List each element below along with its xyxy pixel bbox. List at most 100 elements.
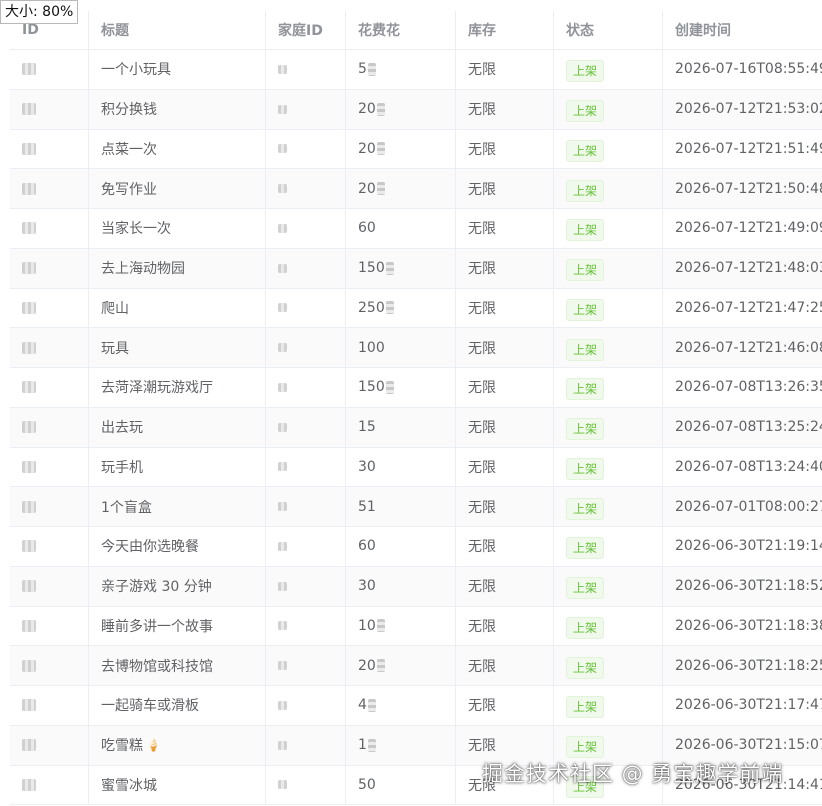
cell-title: 玩具: [89, 328, 266, 367]
cell-title: 吃雪糕 🍦: [89, 725, 266, 765]
status-badge: 上架: [566, 418, 605, 441]
reward-title: 点菜一次: [101, 141, 157, 158]
cell-cost: 30: [346, 447, 456, 487]
reward-title: 一个小玩具: [101, 62, 171, 79]
redacted-family-id-mosaic: [278, 184, 287, 194]
status-badge: 上架: [566, 100, 605, 123]
cell-id-redacted: [10, 209, 89, 248]
redacted-id-mosaic: [22, 500, 36, 513]
zoom-level-badge: 大小: 80%: [0, 0, 79, 24]
cell-cost: 4: [346, 686, 456, 725]
cell-created-time: 2026-06-30T21:18:38: [675, 617, 822, 634]
reward-title: 积分换钱: [101, 102, 157, 119]
table-row[interactable]: 一起骑车或滑板 4 无限 上架 2026-06-30T21:17:47: [10, 686, 822, 726]
reward-title: 免写作业: [101, 181, 157, 198]
table-row[interactable]: 去博物馆或科技馆 20 无限 上架 2026-06-30T21:18:25: [10, 646, 822, 686]
cell-title: 爬山: [89, 288, 266, 328]
table-row[interactable]: 爬山 250 无限 上架 2026-07-12T21:47:25: [10, 288, 822, 329]
status-badge: 上架: [566, 378, 605, 401]
redacted-cost-digit-mosaic: [367, 698, 376, 712]
cell-created-time: 2026-06-30T21:18:25: [675, 657, 822, 674]
table-row[interactable]: 积分换钱 20 无限 上架 2026-07-12T21:53:02: [10, 89, 822, 130]
cell-family-id-redacted: [266, 50, 346, 89]
cell-stock: 无限: [456, 328, 554, 367]
reward-title: 去博物馆或科技馆: [101, 658, 213, 675]
reward-title: 睡前多讲一个故事: [101, 618, 213, 635]
cell-cost: 5: [346, 50, 456, 89]
cell-family-id-redacted: [266, 248, 346, 288]
status-badge: 上架: [566, 616, 605, 639]
redacted-family-id-mosaic: [278, 740, 287, 750]
cell-cost: 50: [346, 765, 456, 805]
cell-stock: 无限: [456, 209, 554, 248]
table-row[interactable]: 当家长一次 60 无限 上架 2026-07-12T21:49:09: [10, 209, 822, 249]
table-row[interactable]: 点菜一次 20 无限 上架 2026-07-12T21:51:49: [10, 129, 822, 170]
cell-created-time: 2026-06-30T21:19:14: [675, 538, 822, 555]
column-header-cost[interactable]: 花费花: [346, 11, 456, 49]
cell-stock: 无限: [456, 50, 554, 89]
column-header-title[interactable]: 标题: [89, 11, 266, 49]
column-header-created-time[interactable]: 创建时间: [663, 11, 822, 49]
redacted-id-mosaic: [22, 659, 36, 672]
cell-status: 上架: [554, 606, 663, 646]
cell-id-redacted: [10, 527, 89, 566]
redacted-cost-digit-mosaic: [367, 738, 376, 752]
cell-stock: 无限: [456, 447, 554, 487]
cell-cost: 150: [346, 248, 456, 288]
redacted-id-mosaic: [22, 540, 36, 553]
cell-status: 上架: [554, 209, 663, 248]
reward-title: 玩具: [101, 340, 129, 357]
reward-title: 去菏泽潮玩游戏厅: [101, 380, 213, 397]
table-row[interactable]: 玩具 100 无限 上架 2026-07-12T21:46:08: [10, 328, 822, 368]
table-row[interactable]: 出去玩 15 无限 上架 2026-07-08T13:25:24: [10, 407, 822, 448]
cell-status: 上架: [554, 248, 663, 288]
table-row[interactable]: 去菏泽潮玩游戏厅 150 无限 上架 2026-07-08T13:26:35: [10, 368, 822, 408]
table-row[interactable]: 1个盲盒 51 无限 上架 2026-07-01T08:00:27: [10, 487, 822, 527]
cost-value: 50: [358, 776, 376, 793]
cell-cost: 150: [346, 368, 456, 407]
table-row[interactable]: 今天由你选晚餐 60 无限 上架 2026-06-30T21:19:14: [10, 527, 822, 567]
table-row[interactable]: 去上海动物园 150 无限 上架 2026-07-12T21:48:03: [10, 248, 822, 289]
table-row[interactable]: 亲子游戏 30 分钟 30 无限 上架 2026-06-30T21:18:52: [10, 566, 822, 607]
status-badge: 上架: [566, 219, 605, 242]
redacted-family-id-mosaic: [278, 502, 287, 512]
cell-stock: 无限: [456, 487, 554, 526]
cell-id-redacted: [10, 725, 89, 765]
cell-created-time: 2026-07-12T21:46:08: [675, 339, 822, 356]
reward-title: 去上海动物园: [101, 261, 185, 278]
redacted-cost-digit-mosaic: [385, 380, 394, 394]
table-row[interactable]: 免写作业 20 无限 上架 2026-07-12T21:50:48: [10, 169, 822, 209]
table-row[interactable]: 玩手机 30 无限 上架 2026-07-08T13:24:40: [10, 447, 822, 488]
column-header-stock[interactable]: 库存: [456, 11, 554, 49]
redacted-family-id-mosaic: [278, 541, 287, 551]
cost-value: 30: [358, 458, 376, 475]
cell-family-id-redacted: [266, 407, 346, 447]
cost-value: 1: [358, 737, 367, 754]
cell-id-redacted: [10, 288, 89, 328]
table-row[interactable]: 睡前多讲一个故事 10 无限 上架 2026-06-30T21:18:38: [10, 606, 822, 647]
cell-cost: 20: [346, 169, 456, 208]
cell-cost: 20: [346, 89, 456, 129]
status-badge: 上架: [566, 656, 605, 679]
cell-title: 积分换钱: [89, 89, 266, 129]
table-row[interactable]: 一个小玩具 5 无限 上架 2026-07-16T08:55:49: [10, 50, 822, 90]
cell-id-redacted: [10, 686, 89, 725]
cell-stock: 无限: [456, 368, 554, 407]
cost-value: 15: [358, 419, 376, 436]
cell-status: 上架: [554, 288, 663, 328]
cell-stock: 无限: [456, 169, 554, 208]
redacted-id-mosaic: [22, 103, 36, 116]
cell-stock: 无限: [456, 646, 554, 685]
cell-title: 点菜一次: [89, 129, 266, 169]
cell-title: 1个盲盒: [89, 487, 266, 526]
cell-family-id-redacted: [266, 646, 346, 685]
cell-created-time: 2026-07-12T21:50:48: [675, 180, 822, 197]
status-badge: 上架: [566, 259, 605, 282]
cell-status: 上架: [554, 407, 663, 447]
cell-family-id-redacted: [266, 725, 346, 765]
column-header-status[interactable]: 状态: [554, 11, 663, 49]
status-badge: 上架: [566, 139, 605, 162]
column-header-family-id[interactable]: 家庭ID: [266, 11, 346, 49]
reward-title: 1个盲盒: [101, 499, 152, 516]
reward-title: 蜜雪冰城: [101, 777, 157, 794]
